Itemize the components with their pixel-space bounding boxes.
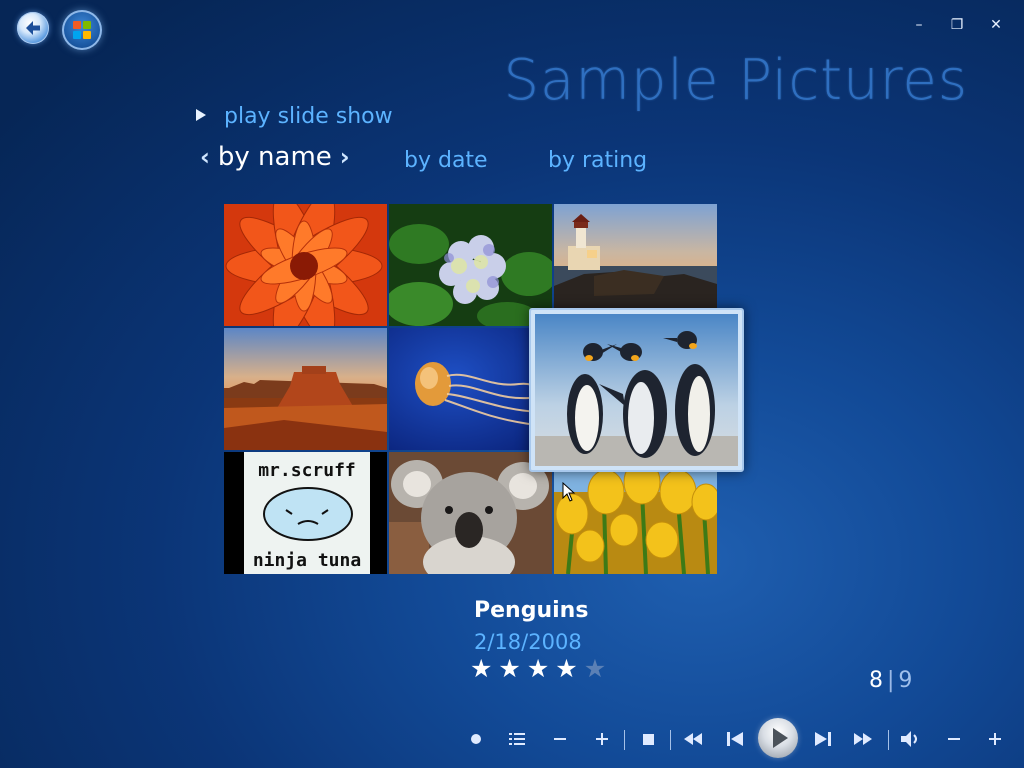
picture-counter: 8 | 9	[869, 668, 912, 693]
play-icon	[773, 728, 788, 748]
play-button[interactable]	[758, 718, 798, 758]
chevron-right-icon[interactable]: ›	[340, 143, 350, 171]
fast-forward-icon[interactable]	[852, 724, 874, 754]
back-button[interactable]	[17, 12, 49, 44]
desert-thumb[interactable]	[224, 328, 387, 450]
windows-logo-icon	[73, 21, 91, 39]
star-icon: ★	[498, 654, 527, 683]
next-icon[interactable]	[812, 724, 834, 754]
mr-scruff-thumb[interactable]: mr.scruff ninja tuna	[224, 452, 387, 574]
mr-scruff-title: mr.scruff	[258, 460, 356, 481]
back-arrow-icon	[26, 21, 40, 35]
play-triangle-icon	[196, 109, 206, 121]
selected-picture-date: 2/18/2008	[474, 630, 582, 654]
transport-divider	[888, 730, 889, 750]
restore-button[interactable]: ❐	[946, 14, 968, 36]
mr-scruff-subtitle: ninja tuna	[253, 550, 361, 571]
rewind-icon[interactable]	[682, 724, 704, 754]
play-slide-show-link[interactable]: play slide show	[196, 104, 393, 129]
record-icon[interactable]	[466, 724, 486, 754]
volume-down-icon[interactable]	[944, 724, 964, 754]
star-icon: ★	[526, 654, 556, 683]
windows-start-button[interactable]	[62, 10, 102, 50]
star-icon: ★	[555, 654, 584, 683]
star-empty-icon: ★	[583, 654, 613, 683]
jellyfish-thumb[interactable]	[389, 328, 552, 450]
guide-list-icon[interactable]	[506, 724, 528, 754]
selected-picture-name: Penguins	[474, 598, 589, 623]
counter-current: 8	[869, 668, 883, 693]
transport-divider	[670, 730, 671, 750]
transport-controls	[0, 724, 1024, 754]
counter-separator: |	[887, 668, 895, 693]
mouse-cursor-icon	[562, 482, 576, 502]
stop-icon[interactable]	[638, 724, 658, 754]
minimize-button[interactable]: –	[908, 14, 930, 36]
star-icon: ★	[470, 654, 499, 683]
koala-thumb[interactable]	[389, 452, 552, 574]
play-slide-show-label: play slide show	[224, 104, 393, 129]
page-title: Sample Pictures	[503, 48, 968, 113]
sort-active[interactable]: ‹ by name ›	[196, 142, 358, 172]
channel-down-icon[interactable]	[550, 724, 570, 754]
chrysanthemum-thumb[interactable]	[224, 204, 387, 326]
hydrangeas-thumb[interactable]	[389, 204, 552, 326]
channel-up-icon[interactable]	[592, 724, 612, 754]
sort-by-rating[interactable]: by rating	[548, 148, 647, 173]
media-center-window: { "window": { "title": "Sample Pictures"…	[0, 0, 1024, 768]
close-button[interactable]: ✕	[985, 14, 1007, 36]
sort-active-label: by name	[217, 142, 332, 172]
volume-up-icon[interactable]	[985, 724, 1005, 754]
transport-divider	[624, 730, 625, 750]
sort-by-date[interactable]: by date	[404, 148, 488, 173]
rating-stars: ★★★★★	[470, 654, 612, 683]
penguins-thumb[interactable]	[529, 308, 744, 472]
chevron-left-icon[interactable]: ‹	[200, 143, 210, 171]
counter-total: 9	[898, 668, 913, 693]
previous-icon[interactable]	[724, 724, 746, 754]
mute-icon[interactable]	[900, 724, 922, 754]
